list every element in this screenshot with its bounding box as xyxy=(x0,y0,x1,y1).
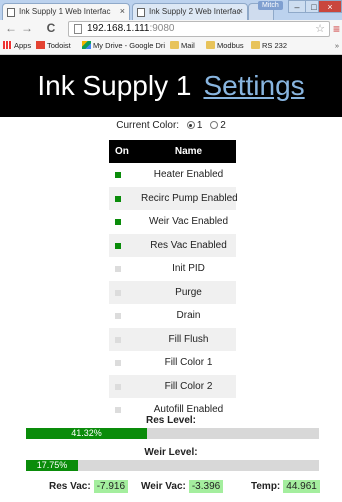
close-window-icon[interactable]: × xyxy=(318,0,342,13)
address-port: :9080 xyxy=(149,23,175,34)
status-indicator xyxy=(115,360,121,366)
folder-icon xyxy=(170,41,179,49)
page-icon xyxy=(74,24,82,34)
address-bar[interactable]: 192.168.1.111:9080 ☆ xyxy=(68,21,330,37)
current-color-selector: Current Color: 1 2 xyxy=(0,120,342,131)
color-1-radio[interactable] xyxy=(186,121,195,129)
res-level-label: Res Level: xyxy=(145,415,197,426)
address-host: 192.168.1.111 xyxy=(87,23,150,34)
table-body: Heater Enabled Recirc Pump Enabled Weir Va… xyxy=(109,163,238,422)
status-indicator xyxy=(115,313,121,319)
status-indicator xyxy=(115,383,121,390)
res-vac-value: -7.916 xyxy=(93,480,129,493)
sensor-readouts: Res Vac: -7.916 Weir Vac: -3.396 Temp: 44.9… xyxy=(0,480,342,494)
row-name: Init PID xyxy=(172,263,205,274)
bookmark-rs232[interactable]: RS 232 xyxy=(251,38,287,54)
hamburger-menu-icon[interactable]: ≡ xyxy=(333,22,342,36)
weir-vac-label: Weir Vac: xyxy=(141,481,186,492)
weir-level-bar: 17.75% xyxy=(26,460,319,471)
browser-toolbar: ← → C 192.168.1.111:9080 ☆ ≡ xyxy=(0,20,342,38)
bookmarks-overflow-icon[interactable]: » xyxy=(335,38,339,54)
table-row: Recirc Pump Enabled xyxy=(109,186,238,210)
color-2-radio[interactable] xyxy=(210,121,219,129)
browser-tab-ink-supply-1[interactable]: Ink Supply 1 Web Interfac × xyxy=(2,3,130,20)
page-header: Ink Supply 1 Settings xyxy=(0,55,342,117)
row-name: Fill Color 1 xyxy=(164,357,213,368)
page-favicon-icon xyxy=(7,8,15,17)
apps-grid-icon xyxy=(3,41,12,49)
res-level-percent: 41.32% xyxy=(71,428,102,438)
tab-close-icon[interactable]: × xyxy=(238,4,243,19)
page-favicon-icon xyxy=(137,8,145,17)
column-header-on: On xyxy=(115,146,129,157)
status-indicator xyxy=(115,336,121,343)
weir-vac-value: -3.396 xyxy=(188,480,224,493)
res-vac-readout: Res Vac: -7.916 xyxy=(49,480,129,494)
browser-tab-ink-supply-2[interactable]: Ink Supply 2 Web Interfac × xyxy=(132,3,248,20)
todoist-icon xyxy=(36,41,45,49)
folder-icon xyxy=(251,41,260,49)
forward-arrow-icon[interactable]: → xyxy=(20,21,34,36)
folder-icon xyxy=(206,41,215,49)
page-title: Ink Supply 1 xyxy=(37,70,192,101)
res-vac-label: Res Vac: xyxy=(49,481,91,492)
browser-tab-strip: Ink Supply 1 Web Interfac × Ink Supply 2… xyxy=(0,0,342,20)
google-drive-icon xyxy=(82,41,91,49)
table-row: Init PID xyxy=(109,257,236,281)
status-indicator xyxy=(115,242,121,249)
table-row: Fill Color 2 xyxy=(109,374,236,398)
tab-close-icon[interactable]: × xyxy=(120,4,125,19)
status-indicator xyxy=(115,289,121,296)
bookmark-my-drive[interactable]: My Drive - Google Dri xyxy=(82,38,166,54)
row-name: Res Vac Enabled xyxy=(150,239,227,251)
row-name: Purge xyxy=(175,286,202,298)
column-header-name: Name xyxy=(174,146,203,157)
row-name: Recirc Pump Enabled xyxy=(141,192,238,204)
status-indicator xyxy=(115,195,121,202)
tab-title: Ink Supply 1 Web Interfac xyxy=(19,7,111,16)
table-row: Weir Vac Enabled xyxy=(109,210,236,234)
table-row: Fill Flush xyxy=(109,327,236,351)
bookmark-modbus[interactable]: Modbus xyxy=(206,38,244,54)
weir-vac-readout: Weir Vac: -3.396 xyxy=(141,480,224,494)
status-indicator xyxy=(115,172,121,178)
weir-level-label: Weir Level: xyxy=(144,447,198,458)
row-name: Fill Flush xyxy=(168,333,209,345)
table-header: On Name xyxy=(109,140,236,163)
table-row: Res Vac Enabled xyxy=(109,233,236,257)
res-level-bar: 41.32% xyxy=(26,428,319,439)
status-indicator xyxy=(115,219,121,225)
tab-title: Ink Supply 2 Web Interfac xyxy=(149,7,241,16)
bookmarks-bar: Apps Todoist My Drive - Google Dri Mail … xyxy=(0,38,342,55)
bookmark-apps[interactable]: Apps xyxy=(3,38,31,54)
temp-label: Temp: xyxy=(251,481,281,492)
star-icon[interactable]: ☆ xyxy=(315,22,325,36)
temp-value: 44.961 xyxy=(283,480,320,493)
table-row: Heater Enabled xyxy=(109,163,236,187)
color-2-label: 2 xyxy=(220,120,226,131)
profile-user-badge[interactable]: Mitch xyxy=(258,1,283,10)
back-arrow-icon[interactable]: ← xyxy=(4,21,18,36)
status-indicator xyxy=(115,266,121,272)
bookmark-todoist[interactable]: Todoist xyxy=(36,38,71,54)
row-name: Drain xyxy=(176,310,201,321)
row-name: Fill Color 2 xyxy=(164,380,213,392)
color-1-label: 1 xyxy=(196,120,203,131)
bookmark-mail[interactable]: Mail xyxy=(170,38,195,54)
temp-readout: Temp: 44.961 xyxy=(251,480,320,494)
weir-level-percent: 17.75% xyxy=(36,460,68,470)
row-name: Heater Enabled xyxy=(153,169,224,180)
current-color-label: Current Color: xyxy=(116,120,180,131)
status-indicator xyxy=(115,407,121,413)
table-row: Drain xyxy=(109,304,236,328)
status-table: On Name Heater Enabled Recirc Pump Enable… xyxy=(109,140,238,422)
minimize-window-icon[interactable]: – xyxy=(288,0,306,13)
table-row: Purge xyxy=(109,280,236,304)
row-name: Weir Vac Enabled xyxy=(148,216,229,227)
table-row: Fill Color 1 xyxy=(109,351,236,375)
reload-icon[interactable]: C xyxy=(44,21,58,36)
settings-link[interactable]: Settings xyxy=(203,70,304,101)
